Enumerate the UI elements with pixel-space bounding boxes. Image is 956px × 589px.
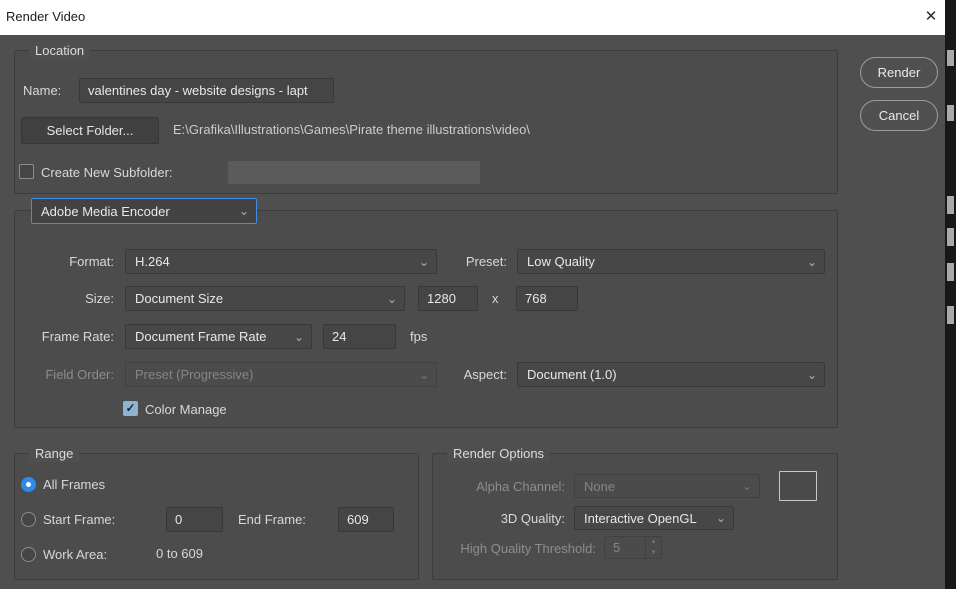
clipped-panel-icon (947, 306, 954, 324)
3d-quality-label: 3D Quality: (433, 510, 565, 527)
spinner-down-icon: ▾ (646, 548, 661, 559)
work-area-range-value: 0 to 609 (156, 546, 203, 561)
aspect-select-value: Document (1.0) (527, 367, 617, 382)
width-input[interactable] (418, 286, 478, 311)
check-icon: ✓ (125, 402, 135, 415)
height-input[interactable] (516, 286, 578, 311)
render-button[interactable]: Render (860, 57, 938, 88)
render-options-legend: Render Options (447, 445, 550, 462)
chevron-down-icon: ⌄ (387, 294, 397, 304)
window-title: Render Video (6, 9, 85, 24)
threshold-value: 5 (605, 537, 645, 558)
chevron-down-icon: ⌄ (294, 332, 304, 342)
location-group: Location Name: Select Folder... E:\Grafi… (14, 50, 838, 194)
create-subfolder-label[interactable]: Create New Subfolder: (41, 164, 173, 181)
3d-quality-select[interactable]: Interactive OpenGL ⌄ (574, 506, 734, 530)
encoder-select[interactable]: Adobe Media Encoder ⌄ (31, 198, 257, 224)
range-legend: Range (29, 445, 79, 462)
alpha-channel-select-value: None (584, 479, 615, 494)
close-icon[interactable]: ✕ (920, 6, 942, 28)
frame-rate-select-value: Document Frame Rate (135, 329, 267, 344)
size-label: Size: (15, 290, 114, 307)
folder-path: E:\Grafika\Illustrations\Games\Pirate th… (173, 122, 530, 137)
location-legend: Location (29, 42, 90, 59)
encoder-group: Adobe Media Encoder ⌄ Format: H.264 ⌄ Pr… (14, 210, 838, 428)
range-group: Range All Frames Start Frame: End Frame:… (14, 453, 419, 580)
color-manage-label[interactable]: Color Manage (145, 401, 227, 418)
fps-unit-label: fps (410, 328, 427, 345)
render-video-dialog: Render Video ✕ Render Cancel Location Na… (0, 0, 956, 589)
clipped-panel-icon (947, 263, 954, 281)
subfolder-name-input[interactable] (227, 160, 481, 185)
size-x-separator: x (492, 290, 499, 307)
end-frame-input[interactable] (338, 507, 394, 532)
field-order-label: Field Order: (15, 366, 114, 383)
field-order-select-value: Preset (Progressive) (135, 367, 253, 382)
spinner-up-icon: ▴ (646, 537, 661, 548)
chevron-down-icon: ⌄ (239, 206, 249, 216)
alpha-channel-select: None ⌄ (574, 474, 760, 498)
size-select[interactable]: Document Size ⌄ (125, 286, 405, 311)
clipped-panel-icon (947, 105, 954, 121)
clipped-panel-icon (947, 228, 954, 246)
high-quality-threshold-label: High Quality Threshold: (433, 540, 596, 557)
high-quality-threshold-stepper: 5 ▴ ▾ (604, 536, 662, 559)
start-frame-label[interactable]: Start Frame: (43, 511, 115, 528)
work-area-radio[interactable] (21, 547, 36, 562)
3d-quality-select-value: Interactive OpenGL (584, 511, 697, 526)
threshold-spinner: ▴ ▾ (645, 537, 661, 558)
format-select[interactable]: H.264 ⌄ (125, 249, 437, 274)
all-frames-label[interactable]: All Frames (43, 476, 105, 493)
aspect-label: Aspect: (417, 366, 507, 383)
alpha-color-swatch (779, 471, 817, 501)
frame-rate-select[interactable]: Document Frame Rate ⌄ (125, 324, 312, 349)
select-folder-button[interactable]: Select Folder... (21, 117, 159, 144)
work-area-label[interactable]: Work Area: (43, 546, 107, 563)
name-label: Name: (23, 82, 61, 99)
end-frame-label: End Frame: (238, 511, 306, 528)
preset-select[interactable]: Low Quality ⌄ (517, 249, 825, 274)
format-label: Format: (15, 253, 114, 270)
start-frame-radio[interactable] (21, 512, 36, 527)
clipped-panel-icon (947, 50, 954, 66)
all-frames-radio[interactable] (21, 477, 36, 492)
color-manage-checkbox[interactable]: ✓ (123, 401, 138, 416)
format-select-value: H.264 (135, 254, 170, 269)
preset-label: Preset: (417, 253, 507, 270)
alpha-channel-label: Alpha Channel: (433, 478, 565, 495)
clipped-panel-icon (947, 196, 954, 214)
start-frame-input[interactable] (166, 507, 223, 532)
chevron-down-icon: ⌄ (807, 370, 817, 380)
encoder-select-value: Adobe Media Encoder (41, 204, 170, 219)
titlebar: Render Video (0, 0, 945, 35)
aspect-select[interactable]: Document (1.0) ⌄ (517, 362, 825, 387)
name-input[interactable] (79, 78, 334, 103)
preset-select-value: Low Quality (527, 254, 595, 269)
background-panel-strip (945, 0, 956, 589)
chevron-down-icon: ⌄ (716, 513, 726, 523)
render-options-group: Render Options Alpha Channel: None ⌄ 3D … (432, 453, 838, 580)
field-order-select: Preset (Progressive) ⌄ (125, 362, 437, 387)
chevron-down-icon: ⌄ (742, 481, 752, 491)
fps-input[interactable] (323, 324, 396, 349)
cancel-button[interactable]: Cancel (860, 100, 938, 131)
create-subfolder-checkbox[interactable] (19, 164, 34, 179)
chevron-down-icon: ⌄ (807, 257, 817, 267)
size-select-value: Document Size (135, 291, 223, 306)
frame-rate-label: Frame Rate: (15, 328, 114, 345)
